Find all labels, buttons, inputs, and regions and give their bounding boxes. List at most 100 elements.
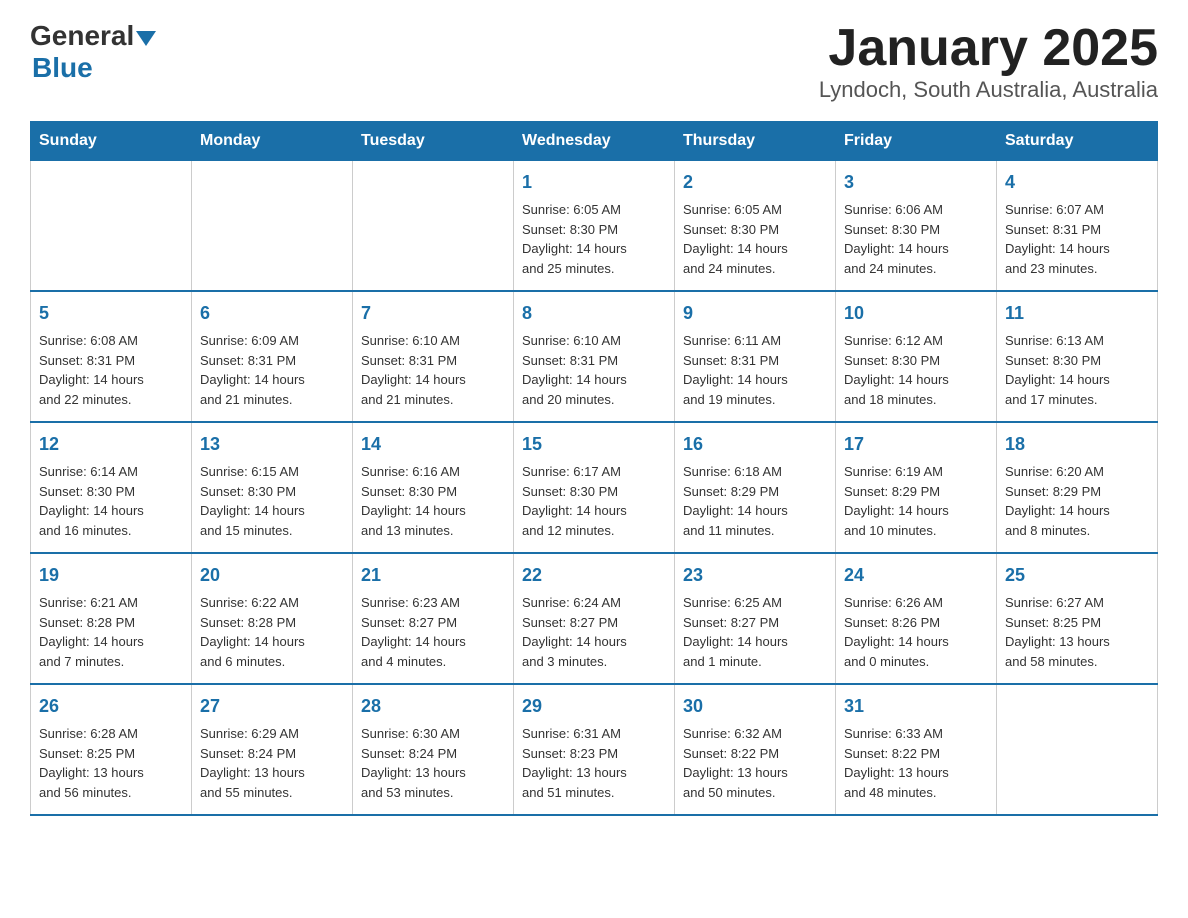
calendar-cell: 7 Sunrise: 6:10 AMSunset: 8:31 PMDaylight… [353, 291, 514, 422]
calendar-cell: 31Sunrise: 6:33 AMSunset: 8:22 PMDayligh… [836, 684, 997, 815]
day-info: Sunrise: 6:09 AMSunset: 8:31 PMDaylight:… [200, 333, 305, 407]
day-number: 5 [39, 300, 183, 327]
calendar-cell: 15 Sunrise: 6:17 AMSunset: 8:30 PMDayligh… [514, 422, 675, 553]
day-number: 14 [361, 431, 505, 458]
calendar-cell: 27Sunrise: 6:29 AMSunset: 8:24 PMDayligh… [192, 684, 353, 815]
calendar-cell: 10Sunrise: 6:12 AMSunset: 8:30 PMDayligh… [836, 291, 997, 422]
title-area: January 2025 Lyndoch, South Australia, A… [819, 20, 1158, 103]
day-number: 22 [522, 562, 666, 589]
day-info: Sunrise: 6:27 AMSunset: 8:25 PMDaylight:… [1005, 595, 1110, 669]
day-number: 21 [361, 562, 505, 589]
header-day-friday: Friday [836, 122, 997, 161]
calendar-cell: 8 Sunrise: 6:10 AMSunset: 8:31 PMDaylight… [514, 291, 675, 422]
calendar-cell [997, 684, 1158, 815]
day-number: 6 [200, 300, 344, 327]
day-number: 24 [844, 562, 988, 589]
day-info: Sunrise: 6:32 AMSunset: 8:22 PMDaylight:… [683, 726, 788, 800]
header-day-thursday: Thursday [675, 122, 836, 161]
day-info: Sunrise: 6:18 AMSunset: 8:29 PMDaylight:… [683, 464, 788, 538]
day-number: 16 [683, 431, 827, 458]
day-number: 17 [844, 431, 988, 458]
day-info: Sunrise: 6:26 AMSunset: 8:26 PMDaylight:… [844, 595, 949, 669]
day-number: 8 [522, 300, 666, 327]
calendar-cell [353, 161, 514, 292]
day-number: 28 [361, 693, 505, 720]
calendar-header-row: SundayMondayTuesdayWednesdayThursdayFrid… [31, 122, 1158, 161]
day-info: Sunrise: 6:10 AMSunset: 8:31 PMDaylight:… [522, 333, 627, 407]
calendar-cell: 26 Sunrise: 6:28 AMSunset: 8:25 PMDayligh… [31, 684, 192, 815]
header: General Blue January 2025 Lyndoch, South… [30, 20, 1158, 103]
day-number: 30 [683, 693, 827, 720]
day-info: Sunrise: 6:22 AMSunset: 8:28 PMDaylight:… [200, 595, 305, 669]
calendar-cell: 16 Sunrise: 6:18 AMSunset: 8:29 PMDayligh… [675, 422, 836, 553]
calendar-cell: 5 Sunrise: 6:08 AMSunset: 8:31 PMDaylight… [31, 291, 192, 422]
week-row-4: 19Sunrise: 6:21 AMSunset: 8:28 PMDayligh… [31, 553, 1158, 684]
day-info: Sunrise: 6:17 AMSunset: 8:30 PMDaylight:… [522, 464, 627, 538]
day-info: Sunrise: 6:07 AMSunset: 8:31 PMDaylight:… [1005, 202, 1110, 276]
day-number: 29 [522, 693, 666, 720]
day-info: Sunrise: 6:28 AMSunset: 8:25 PMDaylight:… [39, 726, 144, 800]
calendar-cell: 6 Sunrise: 6:09 AMSunset: 8:31 PMDaylight… [192, 291, 353, 422]
calendar-cell: 23Sunrise: 6:25 AMSunset: 8:27 PMDayligh… [675, 553, 836, 684]
calendar-cell: 22 Sunrise: 6:24 AMSunset: 8:27 PMDayligh… [514, 553, 675, 684]
day-number: 1 [522, 169, 666, 196]
calendar-cell: 3Sunrise: 6:06 AMSunset: 8:30 PMDaylight… [836, 161, 997, 292]
day-number: 4 [1005, 169, 1149, 196]
calendar-cell: 21 Sunrise: 6:23 AMSunset: 8:27 PMDayligh… [353, 553, 514, 684]
calendar-cell: 4 Sunrise: 6:07 AMSunset: 8:31 PMDaylight… [997, 161, 1158, 292]
calendar-cell: 17Sunrise: 6:19 AMSunset: 8:29 PMDayligh… [836, 422, 997, 553]
calendar-cell [31, 161, 192, 292]
day-info: Sunrise: 6:23 AMSunset: 8:27 PMDaylight:… [361, 595, 466, 669]
day-info: Sunrise: 6:06 AMSunset: 8:30 PMDaylight:… [844, 202, 949, 276]
logo: General Blue [30, 20, 156, 84]
day-number: 15 [522, 431, 666, 458]
calendar-cell: 14 Sunrise: 6:16 AMSunset: 8:30 PMDayligh… [353, 422, 514, 553]
day-number: 2 [683, 169, 827, 196]
calendar-table: SundayMondayTuesdayWednesdayThursdayFrid… [30, 121, 1158, 816]
day-number: 13 [200, 431, 344, 458]
day-info: Sunrise: 6:14 AMSunset: 8:30 PMDaylight:… [39, 464, 144, 538]
day-number: 7 [361, 300, 505, 327]
day-info: Sunrise: 6:11 AMSunset: 8:31 PMDaylight:… [683, 333, 788, 407]
calendar-cell: 1 Sunrise: 6:05 AMSunset: 8:30 PMDaylight… [514, 161, 675, 292]
day-number: 9 [683, 300, 827, 327]
day-number: 18 [1005, 431, 1149, 458]
calendar-cell: 18 Sunrise: 6:20 AMSunset: 8:29 PMDayligh… [997, 422, 1158, 553]
day-info: Sunrise: 6:31 AMSunset: 8:23 PMDaylight:… [522, 726, 627, 800]
calendar-cell: 13Sunrise: 6:15 AMSunset: 8:30 PMDayligh… [192, 422, 353, 553]
day-info: Sunrise: 6:10 AMSunset: 8:31 PMDaylight:… [361, 333, 466, 407]
day-number: 11 [1005, 300, 1149, 327]
day-number: 19 [39, 562, 183, 589]
logo-general-text: General [30, 20, 134, 52]
calendar-cell: 11 Sunrise: 6:13 AMSunset: 8:30 PMDayligh… [997, 291, 1158, 422]
week-row-5: 26 Sunrise: 6:28 AMSunset: 8:25 PMDayligh… [31, 684, 1158, 815]
calendar-cell [192, 161, 353, 292]
day-number: 12 [39, 431, 183, 458]
day-info: Sunrise: 6:05 AMSunset: 8:30 PMDaylight:… [522, 202, 627, 276]
day-info: Sunrise: 6:20 AMSunset: 8:29 PMDaylight:… [1005, 464, 1110, 538]
day-number: 10 [844, 300, 988, 327]
day-number: 20 [200, 562, 344, 589]
week-row-2: 5 Sunrise: 6:08 AMSunset: 8:31 PMDaylight… [31, 291, 1158, 422]
logo-blue-text: Blue [30, 52, 93, 83]
calendar-cell: 29 Sunrise: 6:31 AMSunset: 8:23 PMDayligh… [514, 684, 675, 815]
calendar-cell: 2 Sunrise: 6:05 AMSunset: 8:30 PMDaylight… [675, 161, 836, 292]
day-info: Sunrise: 6:24 AMSunset: 8:27 PMDaylight:… [522, 595, 627, 669]
day-number: 31 [844, 693, 988, 720]
day-info: Sunrise: 6:08 AMSunset: 8:31 PMDaylight:… [39, 333, 144, 407]
day-number: 27 [200, 693, 344, 720]
header-day-monday: Monday [192, 122, 353, 161]
calendar-cell: 19Sunrise: 6:21 AMSunset: 8:28 PMDayligh… [31, 553, 192, 684]
calendar-cell: 12 Sunrise: 6:14 AMSunset: 8:30 PMDayligh… [31, 422, 192, 553]
header-day-wednesday: Wednesday [514, 122, 675, 161]
logo-triangle-icon [136, 31, 156, 46]
day-info: Sunrise: 6:30 AMSunset: 8:24 PMDaylight:… [361, 726, 466, 800]
day-info: Sunrise: 6:13 AMSunset: 8:30 PMDaylight:… [1005, 333, 1110, 407]
day-number: 26 [39, 693, 183, 720]
day-info: Sunrise: 6:25 AMSunset: 8:27 PMDaylight:… [683, 595, 788, 669]
calendar-cell: 30 Sunrise: 6:32 AMSunset: 8:22 PMDayligh… [675, 684, 836, 815]
day-info: Sunrise: 6:16 AMSunset: 8:30 PMDaylight:… [361, 464, 466, 538]
calendar-cell: 20 Sunrise: 6:22 AMSunset: 8:28 PMDayligh… [192, 553, 353, 684]
day-number: 25 [1005, 562, 1149, 589]
day-info: Sunrise: 6:05 AMSunset: 8:30 PMDaylight:… [683, 202, 788, 276]
